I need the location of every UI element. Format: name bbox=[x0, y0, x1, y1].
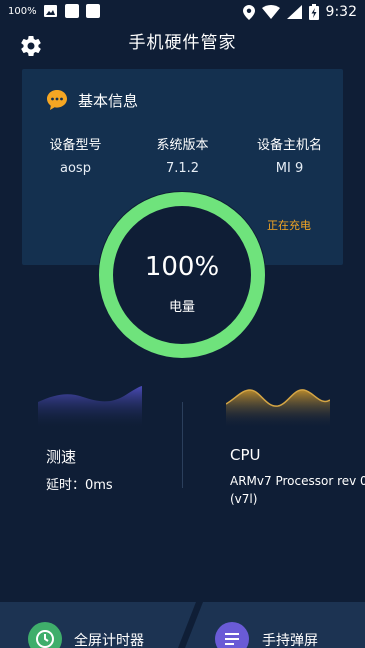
system-version-label: 系统版本 bbox=[156, 138, 209, 153]
cpu-title[interactable]: CPU bbox=[230, 446, 261, 464]
device-model-value: aosp bbox=[60, 161, 91, 176]
card-title: 基本信息 bbox=[78, 91, 139, 110]
system-version-column: 系统版本 7.1.2 bbox=[129, 134, 236, 176]
status-bar: 100% 9:32 bbox=[0, 0, 365, 26]
speed-test-title[interactable]: 测速 bbox=[46, 446, 76, 467]
card-header: 基本信息 bbox=[46, 89, 138, 111]
fullscreen-timer-button[interactable]: 全屏计时器 bbox=[0, 602, 196, 648]
cpu-model: ARMv7 Processor rev 0 (v7l) bbox=[230, 474, 365, 506]
cpu-wave-graphic bbox=[226, 389, 330, 428]
image-icon bbox=[43, 5, 57, 17]
host-name-value: MI 9 bbox=[275, 161, 304, 176]
device-model-label: 设备型号 bbox=[49, 138, 102, 153]
battery-percent-text: 100% bbox=[8, 5, 37, 17]
system-version-value: 7.1.2 bbox=[165, 161, 200, 176]
handheld-popup-label: 手持弹屏 bbox=[262, 633, 318, 648]
speed-wave-graphic bbox=[38, 386, 142, 428]
page-title: 手机硬件管家 bbox=[128, 33, 237, 53]
handheld-popup-button[interactable]: 手持弹屏 bbox=[185, 602, 365, 648]
device-model-column: 设备型号 aosp bbox=[22, 134, 129, 176]
speed-test-latency: 延时：0ms bbox=[46, 478, 113, 493]
title-bar: 手机硬件管家 bbox=[0, 26, 365, 62]
chat-bubble-icon bbox=[47, 90, 67, 110]
fullscreen-timer-label: 全屏计时器 bbox=[74, 633, 144, 648]
square-icon bbox=[85, 4, 100, 18]
battery-percent: 100% bbox=[144, 252, 220, 282]
host-name-column: 设备主机名 MI 9 bbox=[236, 134, 343, 176]
clock-icon bbox=[28, 622, 62, 648]
square-icon bbox=[64, 4, 79, 18]
location-icon bbox=[242, 4, 255, 20]
charging-status: 正在充电 bbox=[267, 219, 311, 232]
signal-icon bbox=[286, 5, 302, 19]
panel-divider bbox=[182, 402, 183, 488]
device-info-columns: 设备型号 aosp 系统版本 7.1.2 设备主机名 MI 9 bbox=[22, 134, 343, 176]
host-name-label: 设备主机名 bbox=[256, 138, 322, 153]
list-icon bbox=[215, 622, 249, 648]
battery-label: 电量 bbox=[168, 300, 195, 315]
battery-charging-icon bbox=[308, 4, 319, 20]
clock-time: 9:32 bbox=[325, 4, 357, 20]
wifi-icon bbox=[261, 5, 280, 19]
